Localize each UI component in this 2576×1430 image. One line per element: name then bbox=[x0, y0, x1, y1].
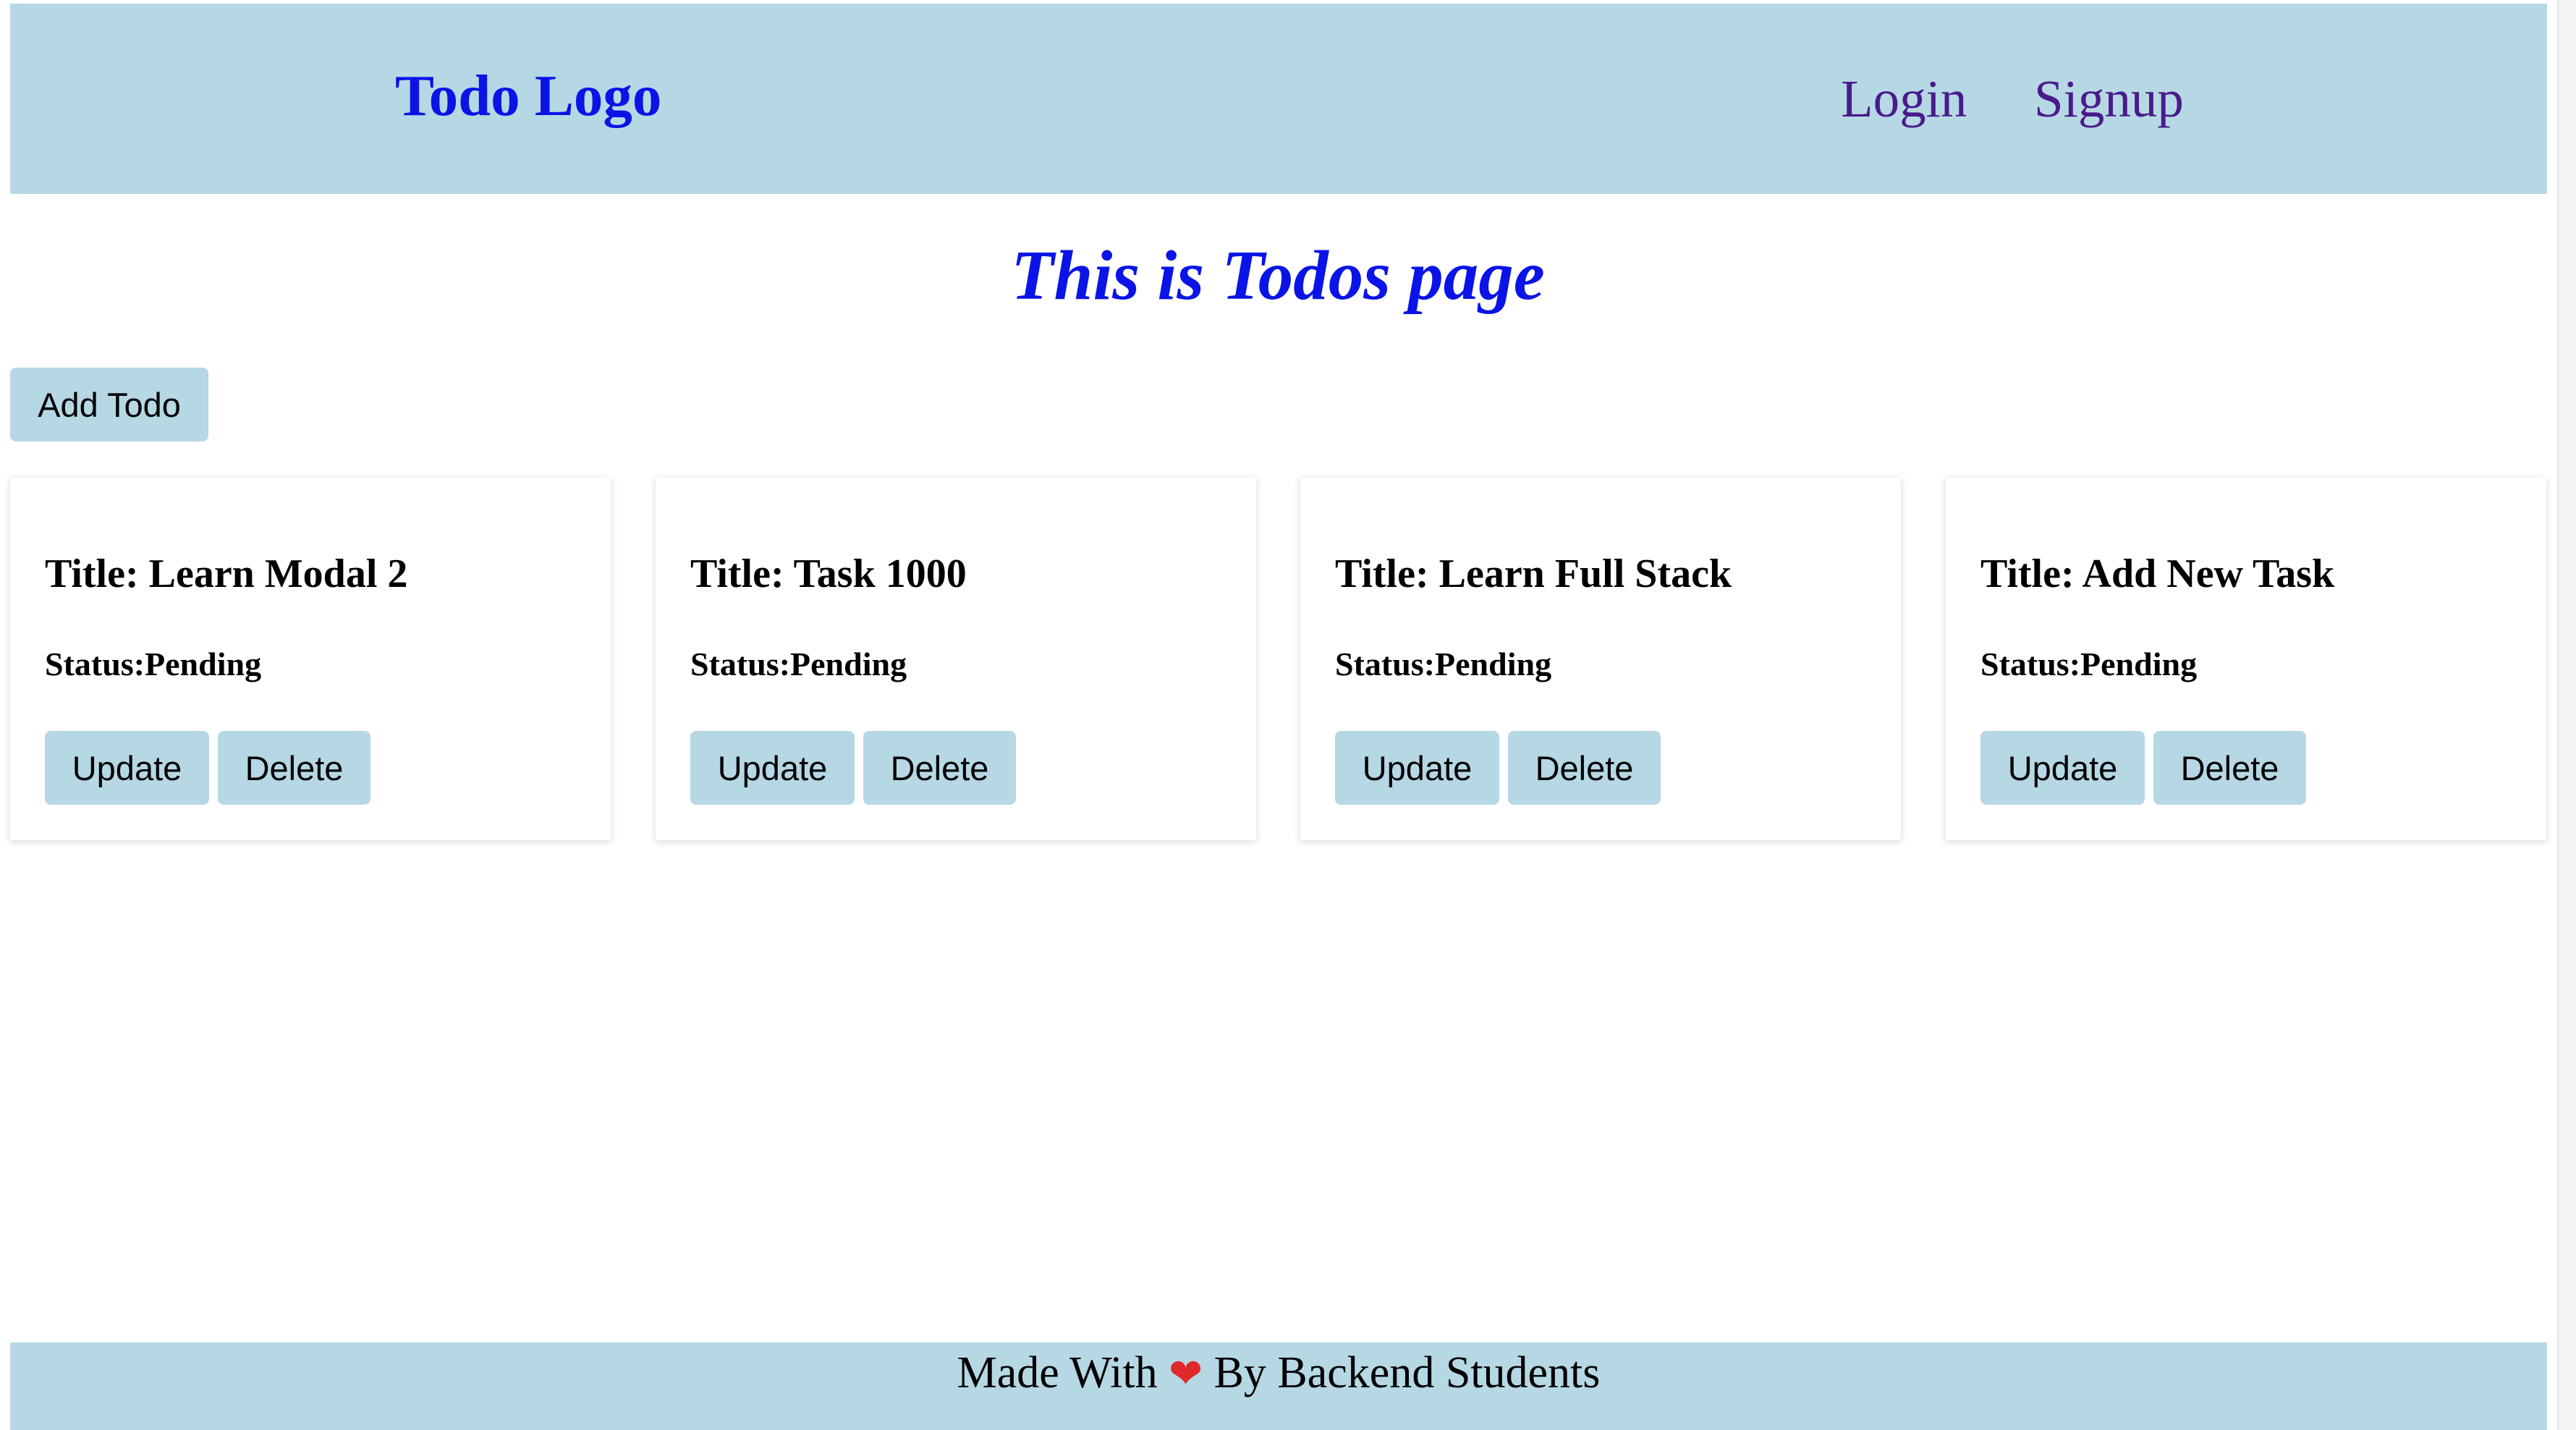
todo-card: Title: Learn Modal 2 Status:Pending Upda… bbox=[10, 478, 611, 840]
add-todo-button[interactable]: Add Todo bbox=[10, 368, 208, 441]
todo-card: Title: Learn Full Stack Status:Pending U… bbox=[1300, 478, 1901, 840]
nav-login-link[interactable]: Login bbox=[1841, 72, 1967, 125]
footer-suffix: By Backend Students bbox=[1213, 1348, 1601, 1397]
footer: Made With ❤ By Backend Students bbox=[10, 1342, 2547, 1430]
todo-status: Status:Pending bbox=[690, 646, 907, 682]
delete-button[interactable]: Delete bbox=[1508, 731, 1661, 805]
todo-title: Title: Learn Full Stack bbox=[1335, 551, 1732, 596]
todo-status: Status:Pending bbox=[1335, 646, 1552, 682]
todo-card: Title: Add New Task Status:Pending Updat… bbox=[1946, 478, 2546, 840]
navbar: Todo Logo Login Signup bbox=[10, 4, 2547, 194]
todo-title: Title: Learn Modal 2 bbox=[45, 551, 408, 596]
page-title: This is Todos page bbox=[1011, 237, 1545, 314]
update-button[interactable]: Update bbox=[690, 731, 855, 805]
logo[interactable]: Todo Logo bbox=[395, 67, 661, 125]
delete-button[interactable]: Delete bbox=[218, 731, 370, 805]
nav-signup-link[interactable]: Signup bbox=[2034, 72, 2184, 125]
delete-button[interactable]: Delete bbox=[863, 731, 1016, 805]
todo-title: Title: Task 1000 bbox=[690, 551, 967, 596]
todo-status: Status:Pending bbox=[1980, 646, 2198, 682]
todo-title: Title: Add New Task bbox=[1980, 551, 2335, 596]
todo-status: Status:Pending bbox=[45, 646, 262, 682]
footer-prefix: Made With bbox=[957, 1348, 1158, 1397]
footer-text: Made With ❤ By Backend Students bbox=[957, 1348, 1601, 1430]
delete-button[interactable]: Delete bbox=[2153, 731, 2306, 805]
heart-icon: ❤ bbox=[1169, 1350, 1203, 1397]
update-button[interactable]: Update bbox=[1335, 731, 1499, 805]
page-scrollbar[interactable] bbox=[2557, 0, 2576, 1430]
update-button[interactable]: Update bbox=[1980, 731, 2145, 805]
todo-card: Title: Task 1000 Status:Pending Update D… bbox=[656, 478, 1256, 840]
update-button[interactable]: Update bbox=[45, 731, 209, 805]
